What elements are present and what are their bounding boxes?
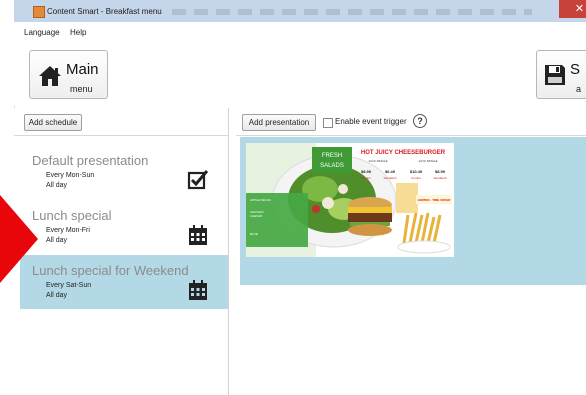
headline-text: HOT JUICY CHEESEBURGER	[361, 150, 446, 156]
schedule-title: Lunch special	[32, 208, 112, 223]
save-button[interactable]: S a	[536, 50, 586, 99]
menu-bar: Language Help	[14, 22, 586, 39]
home-icon	[39, 66, 61, 86]
schedule-item-weekend[interactable]: Lunch special for Weekend Every Sat-Sun …	[20, 255, 228, 309]
save-label: S	[570, 61, 581, 78]
schedule-time: All day	[46, 237, 68, 244]
presentation-list: FRESH SALADS APPLE PECAN CHICKEN CAESAR …	[240, 137, 586, 285]
main-menu-sublabel: menu	[70, 84, 93, 94]
add-presentation-button[interactable]: Add presentation	[242, 114, 316, 131]
help-icon[interactable]: ?	[413, 114, 427, 128]
close-button[interactable]: ✕	[559, 0, 586, 18]
save-sublabel: a	[576, 84, 582, 94]
fresh-text: FRESH	[322, 153, 342, 159]
price: $8.99	[435, 169, 446, 174]
schedule-time: All day	[46, 182, 68, 189]
add-schedule-button[interactable]: Add schedule	[24, 114, 82, 131]
salad-item: BLUE	[250, 232, 258, 236]
limited-offer-text: LIMITED - TIME OFFER	[418, 198, 452, 202]
menu-help[interactable]: Help	[70, 28, 86, 37]
price: $10.49	[410, 169, 423, 174]
schedule-days: Every Mon-Fri	[46, 227, 90, 234]
size-left: 1/4 lb SINGLE	[368, 159, 387, 163]
menu-language[interactable]: Language	[24, 28, 60, 37]
presentation-thumbnail[interactable]: FRESH SALADS APPLE PECAN CHICKEN CAESAR …	[246, 143, 454, 257]
window-title: Content Smart - Breakfast menu	[47, 7, 162, 16]
main-menu-button[interactable]: Main menu	[29, 50, 108, 99]
title-bar: Content Smart - Breakfast menu ✕	[14, 0, 586, 22]
app-icon	[33, 6, 45, 18]
schedule-days: Every Mon-Sun	[46, 172, 95, 179]
calendar-icon	[189, 225, 207, 245]
checkbox-icon	[187, 170, 209, 190]
combo-label: Combo	[411, 176, 421, 180]
schedule-days: Every Sat-Sun	[46, 282, 92, 289]
red-pointer-arrow	[0, 195, 38, 283]
combo-label: Sandwich	[433, 176, 446, 180]
enable-event-trigger-checkbox[interactable]	[323, 118, 333, 128]
toolbar: Main menu S a	[14, 38, 586, 106]
save-icon	[545, 65, 565, 85]
combo-label: Combo	[361, 176, 371, 180]
presentation-panel-header: Add presentation Enable event trigger ?	[236, 108, 586, 136]
breakfast-menu-thumbnail: FRESH SALADS APPLE PECAN CHICKEN CAESAR …	[246, 143, 454, 257]
schedule-title: Lunch special for Weekend	[32, 263, 189, 278]
main-menu-label: Main	[66, 61, 99, 78]
enable-event-trigger-label: Enable event trigger	[335, 117, 407, 126]
salads-text: SALADS	[320, 163, 344, 169]
schedule-item-default[interactable]: Default presentation Every Mon-Sun All d…	[20, 145, 228, 199]
schedule-item-lunch-special[interactable]: Lunch special Every Mon-Fri All day	[20, 200, 228, 254]
presentation-panel: Add presentation Enable event trigger ? …	[236, 108, 586, 395]
combo-label: Sandwich	[383, 176, 396, 180]
calendar-icon	[189, 280, 207, 300]
size-right: 1/2 lb SINGLE	[418, 159, 437, 163]
schedule-panel: Add schedule Default presentation Every …	[14, 108, 229, 395]
salad-item: APPLE PECAN	[250, 198, 271, 202]
title-bar-decoration	[172, 9, 532, 15]
schedule-panel-header: Add schedule	[14, 108, 228, 136]
salad-item: CAESAR	[250, 214, 263, 218]
price: $8.99	[361, 169, 372, 174]
schedule-time: All day	[46, 292, 68, 299]
schedule-title: Default presentation	[32, 153, 149, 168]
price: $6.49	[385, 169, 396, 174]
